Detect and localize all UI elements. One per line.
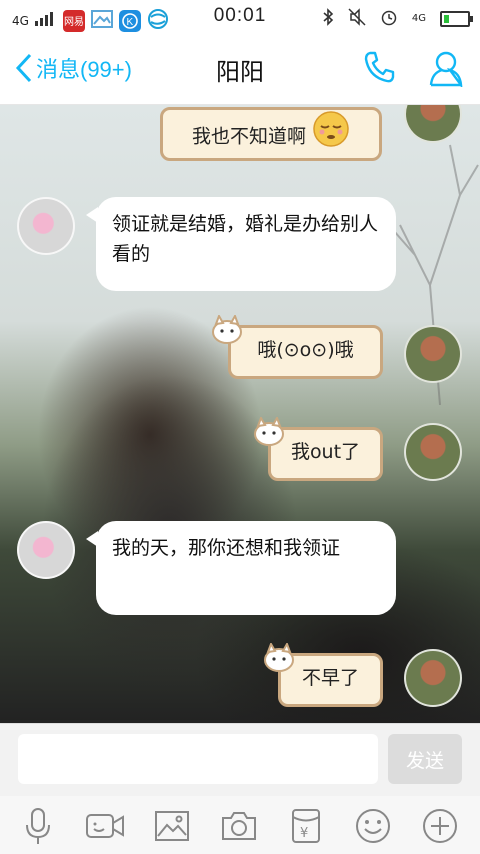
network-type-right: 4G bbox=[411, 12, 426, 24]
message-input[interactable] bbox=[18, 734, 378, 784]
message-text: 我的天，那你还想和我领证 bbox=[112, 537, 341, 559]
red-packet-button[interactable]: ¥ bbox=[286, 806, 326, 846]
microphone-icon bbox=[26, 808, 50, 844]
camera-icon bbox=[222, 812, 256, 840]
contact-avatar[interactable] bbox=[17, 197, 75, 255]
phone-call-button[interactable] bbox=[362, 49, 398, 89]
message-text: 不早了 bbox=[301, 667, 359, 689]
send-button[interactable]: 发送 bbox=[388, 734, 462, 784]
message-bubble[interactable]: 哦(⊙o⊙)哦 bbox=[228, 325, 383, 379]
video-icon bbox=[86, 814, 124, 838]
red-packet-icon: ¥ bbox=[292, 809, 320, 843]
chat-header: 消息(99+) 阳阳 bbox=[0, 34, 480, 105]
mute-icon bbox=[348, 8, 366, 29]
phone-icon bbox=[364, 51, 395, 83]
my-avatar[interactable] bbox=[404, 325, 462, 383]
message-text: 我也不知道啊 bbox=[191, 125, 306, 148]
lucky-cat-icon bbox=[212, 315, 242, 344]
input-bar: 发送 bbox=[0, 723, 480, 797]
battery-icon bbox=[440, 10, 473, 27]
alarm-icon bbox=[380, 8, 398, 29]
chat-message-area[interactable]: 我也不知道啊 领证就是结婚，婚礼是办给别人看的 哦(⊙o⊙)哦 我out了 我的… bbox=[0, 105, 480, 723]
chat-toolbar: ¥ bbox=[0, 796, 480, 854]
message-text: 领证就是结婚，婚礼是办给别人看的 bbox=[112, 213, 379, 265]
my-avatar[interactable] bbox=[404, 423, 462, 481]
message-bubble[interactable]: 领证就是结婚，婚礼是办给别人看的 bbox=[86, 197, 396, 291]
sleepy-emoji-icon bbox=[312, 110, 350, 164]
image-icon bbox=[155, 811, 189, 841]
contact-avatar[interactable] bbox=[17, 521, 75, 579]
message-text: 我out了 bbox=[290, 441, 361, 463]
lucky-cat-icon bbox=[264, 643, 294, 672]
lucky-cat-icon bbox=[254, 417, 284, 446]
my-avatar[interactable] bbox=[404, 649, 462, 707]
person-icon bbox=[429, 51, 463, 90]
voice-button[interactable] bbox=[18, 806, 58, 846]
contact-profile-button[interactable] bbox=[428, 49, 464, 91]
chat-title: 阳阳 bbox=[216, 58, 264, 86]
plus-icon bbox=[423, 809, 457, 843]
status-bar: 4G 网易 K 00:01 4G bbox=[0, 0, 480, 34]
more-button[interactable] bbox=[420, 806, 460, 846]
video-call-button[interactable] bbox=[85, 806, 125, 846]
message-text: 哦(⊙o⊙)哦 bbox=[257, 339, 354, 361]
emoji-icon bbox=[356, 809, 390, 843]
message-bubble[interactable]: 我的天，那你还想和我领证 bbox=[86, 521, 396, 615]
bluetooth-icon bbox=[322, 8, 334, 29]
svg-text:¥: ¥ bbox=[300, 826, 308, 841]
emoji-button[interactable] bbox=[353, 806, 393, 846]
camera-button[interactable] bbox=[219, 806, 259, 846]
message-bubble[interactable]: 我也不知道啊 bbox=[160, 107, 382, 161]
gallery-button[interactable] bbox=[152, 806, 192, 846]
